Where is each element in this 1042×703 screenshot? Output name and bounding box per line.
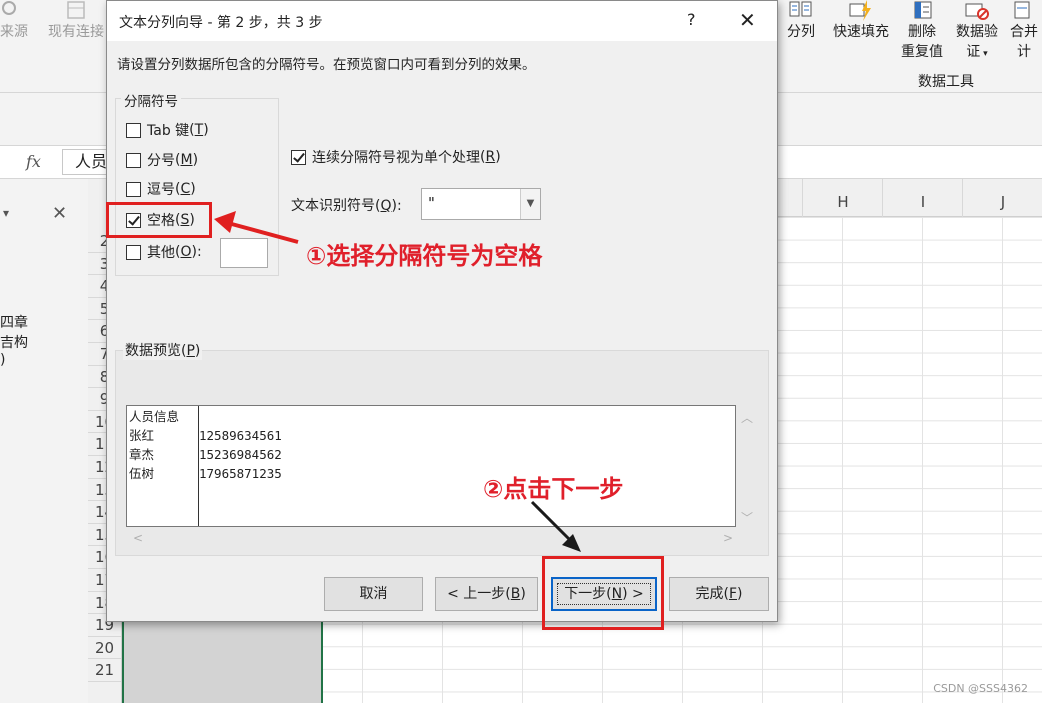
annotation-arrows [214, 211, 581, 552]
annotation-step1: ①选择分隔符号为空格 [306, 242, 543, 270]
annotation-step2: ②点击下一步 [483, 475, 624, 503]
